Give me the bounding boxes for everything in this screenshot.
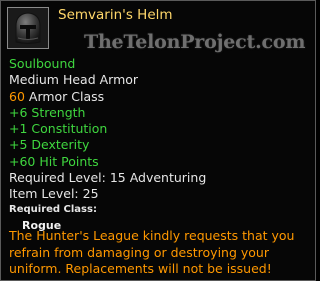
slot-type: Medium Head Armor xyxy=(9,72,139,88)
item-level-value: 25 xyxy=(82,186,99,202)
helmet-icon xyxy=(7,7,49,49)
item-details: Soulbound Medium Head Armor 60 Armor Cla… xyxy=(9,56,309,234)
required-class-label: Required Class: xyxy=(9,203,97,215)
binding-label: Soulbound xyxy=(9,56,76,71)
stat-line: +6 Strength xyxy=(9,104,86,120)
armor-class-value: 60 xyxy=(9,88,25,104)
item-tooltip: Semvarin's Helm TheTelonProject.com Soul… xyxy=(0,0,316,281)
required-level: Required Level: 15 Adventuring xyxy=(9,170,309,186)
lore-text: The Hunter's League kindly requests that… xyxy=(9,228,295,276)
stat-line: +1 Constitution xyxy=(9,121,108,137)
stat-line: +60 Hit Points xyxy=(9,153,99,169)
required-level-value: 15 Adventuring xyxy=(109,170,207,186)
required-level-label: Required Level: xyxy=(9,170,106,186)
item-name: Semvarin's Helm xyxy=(58,7,173,23)
armor-class-label: Armor Class xyxy=(28,88,105,104)
watermark: TheTelonProject.com xyxy=(84,31,306,53)
armor-class: 60 Armor Class xyxy=(9,89,309,105)
item-level-label: Item Level: xyxy=(9,186,79,202)
stat-line: +5 Dexterity xyxy=(9,137,90,153)
item-level: Item Level: 25 xyxy=(9,186,309,202)
